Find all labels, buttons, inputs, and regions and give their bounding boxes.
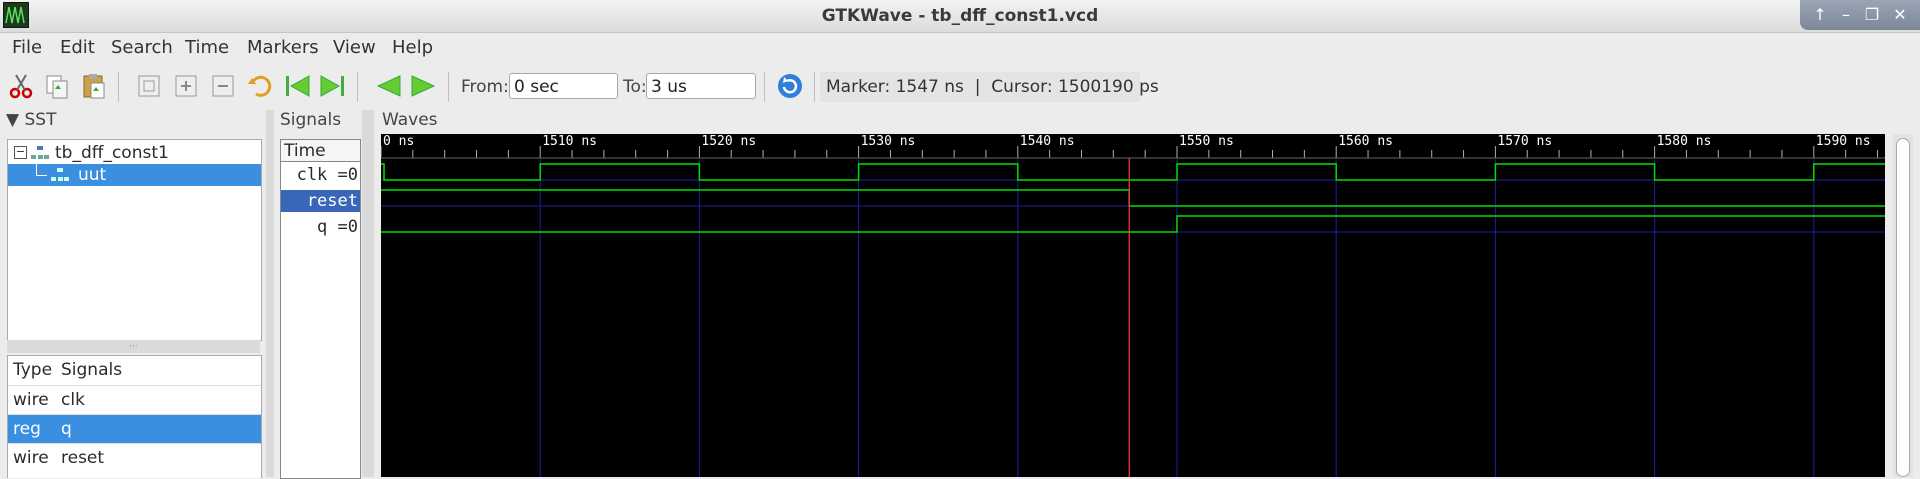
title-bar: GTKWave - tb_dff_const1.vcd ↑ – ❐ ✕ xyxy=(0,0,1920,33)
tick-label: 0 ns xyxy=(383,134,414,149)
collapse-box-icon[interactable]: − xyxy=(14,146,27,159)
from-time-field[interactable]: 0 sec xyxy=(509,73,618,99)
signal-type: wire xyxy=(13,390,49,410)
to-label: To: xyxy=(623,77,647,97)
signals-type-list: Type Signals wire clk reg q wire reset xyxy=(7,355,262,478)
signal-row-clk[interactable]: wire clk xyxy=(8,385,261,414)
zoom-out-icon[interactable] xyxy=(209,72,237,100)
from-label: From: xyxy=(461,77,509,97)
tick-label: 1590 ns xyxy=(1816,134,1871,149)
tick-label: 1520 ns xyxy=(701,134,756,149)
menu-edit[interactable]: Edit xyxy=(60,37,95,58)
zoom-in-icon[interactable] xyxy=(172,72,200,100)
signal-row-reset[interactable]: wire reset xyxy=(8,443,261,472)
signals-list-header: Type Signals xyxy=(8,356,261,384)
trace-clk xyxy=(381,163,1885,181)
tick-label: 1530 ns xyxy=(861,134,916,149)
signals-name-panel: Time clk =0 reset =0 q =0 xyxy=(280,139,361,479)
tick-label: 1540 ns xyxy=(1020,134,1075,149)
toolbar-separator xyxy=(448,72,449,102)
zoom-fit-icon[interactable] xyxy=(135,72,163,100)
window-title: GTKWave - tb_dff_const1.vcd xyxy=(821,6,1099,26)
tree-item-tb_dff_const1[interactable]: − tb_dff_const1 xyxy=(8,142,261,164)
time-row-label: Time xyxy=(281,140,360,162)
toolbar: From: 0 sec To: 3 us Marker: 1547 ns | C… xyxy=(0,64,1920,110)
signal-row-q[interactable]: reg q xyxy=(8,414,261,443)
signal-name-q[interactable]: q =0 xyxy=(313,216,358,238)
tick-label: 1570 ns xyxy=(1497,134,1552,149)
sst-title: SST xyxy=(24,110,57,130)
pane-splitter[interactable]: ··· xyxy=(7,340,260,353)
signal-type: reg xyxy=(13,419,41,439)
menu-view[interactable]: View xyxy=(333,37,376,58)
tick-label: 1580 ns xyxy=(1657,134,1712,149)
hierarchy-icon xyxy=(31,146,49,159)
window-controls: ↑ – ❐ ✕ xyxy=(1800,0,1920,30)
signals-waves-splitter[interactable] xyxy=(362,110,374,477)
tick-label: 1510 ns xyxy=(542,134,597,149)
module-icon xyxy=(51,168,69,181)
signals-panel-header: Signals xyxy=(280,110,342,130)
toolbar-separator xyxy=(118,72,119,102)
menu-bar: File Edit Search Time Markers View Help xyxy=(0,33,1920,63)
signal-name: q xyxy=(61,419,72,439)
paste-icon[interactable] xyxy=(80,72,108,100)
trace-q xyxy=(381,215,1885,233)
trace-reset xyxy=(381,189,1885,207)
waveform-svg[interactable]: 0 ns 1510 ns 1520 ns 1530 ns 1540 ns 1550 ns 1… xyxy=(381,134,1885,477)
close-icon[interactable]: ✕ xyxy=(1888,4,1912,26)
maximize-icon[interactable]: ❐ xyxy=(1860,4,1884,26)
menu-time[interactable]: Time xyxy=(185,37,229,58)
cut-icon[interactable] xyxy=(7,72,35,100)
reload-icon[interactable] xyxy=(776,72,804,100)
tick-label: 1550 ns xyxy=(1179,134,1234,149)
minimize-icon[interactable]: – xyxy=(1834,4,1858,26)
shift-right-icon[interactable] xyxy=(410,72,438,100)
signal-type: wire xyxy=(13,448,49,468)
vertical-pane-splitter[interactable] xyxy=(266,110,274,477)
signal-name-reset[interactable]: reset =0 xyxy=(281,190,360,233)
scrollbar-thumb[interactable] xyxy=(1896,138,1910,477)
toolbar-separator xyxy=(814,72,815,102)
goto-start-icon[interactable] xyxy=(283,72,311,100)
undo-zoom-icon[interactable] xyxy=(246,72,274,100)
tree-item-label: tb_dff_const1 xyxy=(55,143,169,163)
tree-branch-line xyxy=(36,164,47,176)
toolbar-separator xyxy=(357,72,358,102)
sst-tree: − tb_dff_const1 uut xyxy=(7,139,262,341)
waves-vertical-scrollbar[interactable] xyxy=(1893,134,1913,477)
sst-header[interactable]: ▼ SST xyxy=(6,110,56,130)
window-up-icon[interactable]: ↑ xyxy=(1808,4,1832,26)
marker-cursor-status: Marker: 1547 ns | Cursor: 1500190 ps xyxy=(826,77,1159,97)
waveform-canvas[interactable]: 0 ns 1510 ns 1520 ns 1530 ns 1540 ns 1550 ns 1… xyxy=(381,134,1885,477)
menu-search[interactable]: Search xyxy=(111,37,173,58)
signals-column-header[interactable]: Signals xyxy=(61,356,122,384)
waves-panel-header: Waves xyxy=(382,110,438,130)
shift-left-icon[interactable] xyxy=(374,72,402,100)
tick-label: 1560 ns xyxy=(1338,134,1393,149)
menu-help[interactable]: Help xyxy=(392,37,433,58)
toolbar-separator xyxy=(764,72,765,102)
type-column-header[interactable]: Type xyxy=(13,356,52,384)
splitter-grip-icon: ··· xyxy=(129,342,138,352)
tree-item-uut[interactable]: uut xyxy=(8,164,261,186)
menu-file[interactable]: File xyxy=(12,37,42,58)
copy-icon[interactable] xyxy=(43,72,71,100)
signal-name: clk xyxy=(61,390,85,410)
collapse-triangle-icon: ▼ xyxy=(6,110,20,130)
goto-end-icon[interactable] xyxy=(319,72,347,100)
signal-name: reset xyxy=(61,448,105,468)
tree-item-label: uut xyxy=(78,165,107,185)
menu-markers[interactable]: Markers xyxy=(247,37,319,58)
to-time-field[interactable]: 3 us xyxy=(646,73,756,99)
signal-name-clk[interactable]: clk =0 xyxy=(293,164,358,186)
